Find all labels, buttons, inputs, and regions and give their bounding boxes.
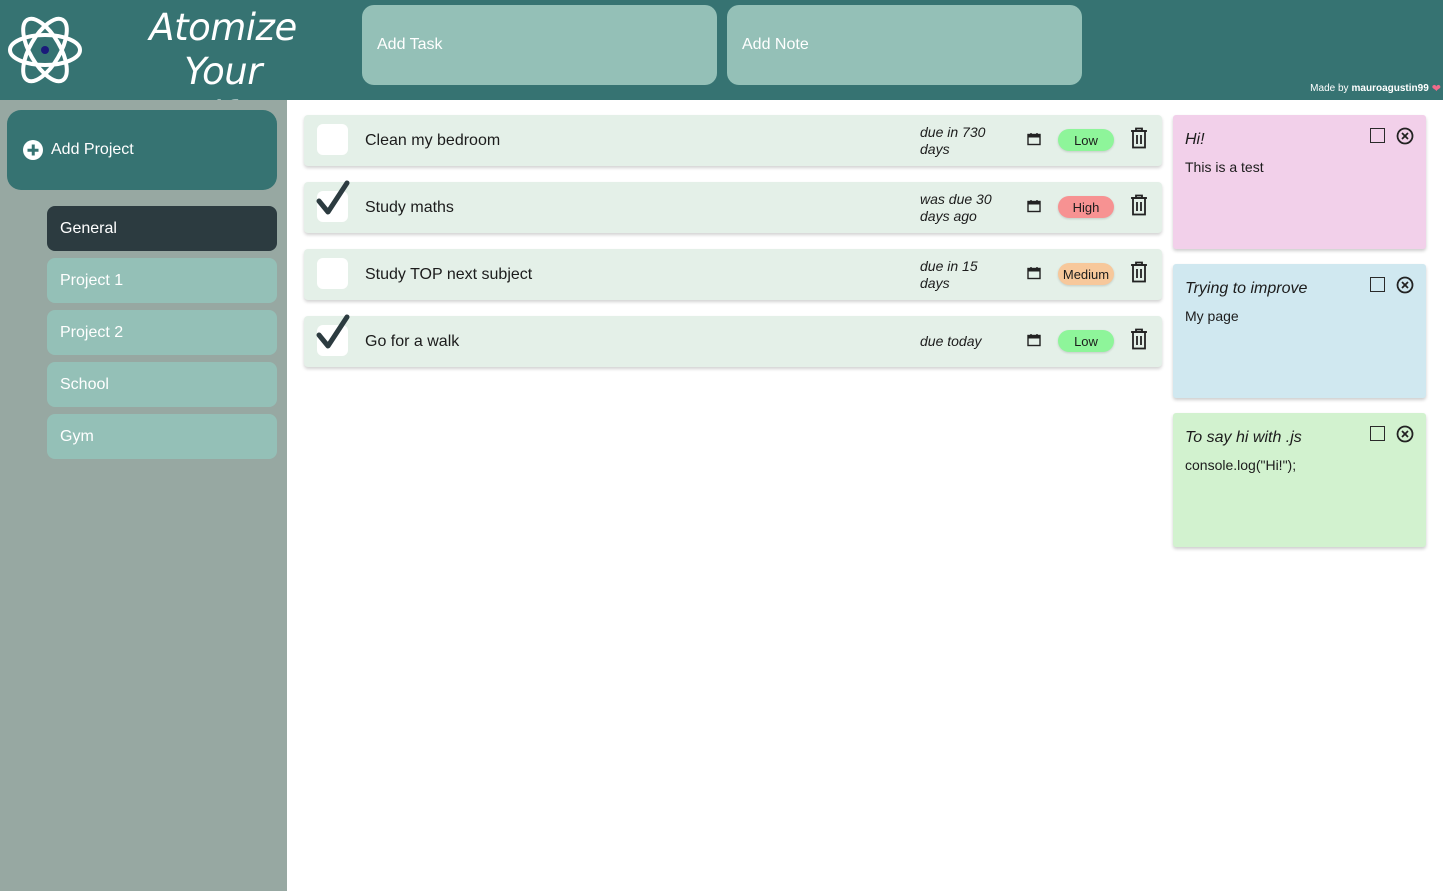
add-project-button[interactable]: Add Project [7, 110, 277, 190]
note-card: Hi! This is a test [1173, 115, 1426, 249]
calendar-icon[interactable] [1027, 266, 1041, 280]
priority-badge[interactable]: High [1058, 196, 1114, 218]
note-title[interactable]: Hi! [1185, 131, 1205, 149]
task-due: due in 15 days [920, 257, 978, 291]
note-checkbox[interactable] [1370, 128, 1385, 143]
sidebar-item-general[interactable]: General [47, 206, 277, 251]
close-circle-icon[interactable] [1396, 276, 1414, 294]
sidebar-item-project-2[interactable]: Project 2 [47, 310, 277, 355]
calendar-icon[interactable] [1027, 199, 1041, 213]
add-note-button[interactable]: Add Note [727, 5, 1082, 85]
note-title[interactable]: To say hi with .js [1185, 429, 1302, 447]
task-checkbox[interactable] [317, 258, 348, 289]
note-checkbox[interactable] [1370, 426, 1385, 441]
sidebar: Add Project General Project 1 Project 2 … [0, 100, 287, 891]
calendar-icon[interactable] [1027, 132, 1041, 146]
app-title-line1: Atomize Your [149, 6, 297, 93]
header: Atomize Your Life Add Task Add Note Made… [0, 0, 1443, 137]
sidebar-item-project-1[interactable]: Project 1 [47, 258, 277, 303]
checkmark-icon [316, 314, 350, 349]
note-body[interactable]: This is a test [1185, 159, 1264, 175]
priority-badge[interactable]: Medium [1058, 263, 1114, 285]
task-row: Study TOP next subject due in 15 days Me… [304, 249, 1162, 300]
priority-badge[interactable]: Low [1058, 129, 1114, 151]
checkmark-icon [316, 180, 350, 215]
task-due: was due 30 days ago [920, 190, 992, 224]
note-body[interactable]: My page [1185, 308, 1239, 324]
trash-icon[interactable] [1130, 328, 1148, 350]
priority-badge[interactable]: Low [1058, 330, 1114, 352]
close-circle-icon[interactable] [1396, 425, 1414, 443]
add-project-label: Add Project [51, 141, 134, 158]
close-circle-icon[interactable] [1396, 127, 1414, 145]
credit-author-link[interactable]: mauroagustin99 [1352, 83, 1429, 94]
task-checkbox[interactable] [317, 124, 348, 155]
note-checkbox[interactable] [1370, 277, 1385, 292]
atom-logo-icon [8, 16, 82, 84]
task-title[interactable]: Study maths [365, 182, 454, 233]
sidebar-item-school[interactable]: School [47, 362, 277, 407]
calendar-icon[interactable] [1027, 333, 1041, 347]
note-card: Trying to improve My page [1173, 264, 1426, 398]
note-card: To say hi with .js console.log("Hi!"); [1173, 413, 1426, 547]
add-task-button[interactable]: Add Task [362, 5, 717, 85]
trash-icon[interactable] [1130, 261, 1148, 283]
task-due: due today [920, 333, 982, 349]
plus-circle-icon [23, 140, 43, 160]
task-title[interactable]: Go for a walk [365, 316, 459, 367]
credit-prefix: Made by [1310, 83, 1349, 94]
task-row: Go for a walk due today Low [304, 314, 1162, 367]
heart-icon: ❤ [1431, 83, 1441, 95]
task-title[interactable]: Study TOP next subject [365, 249, 532, 300]
trash-icon[interactable] [1130, 194, 1148, 216]
task-due: due in 730 days [920, 123, 986, 157]
task-row: Clean my bedroom due in 730 days Low [304, 115, 1162, 166]
note-body[interactable]: console.log("Hi!"); [1185, 457, 1296, 473]
credit: Made by mauroagustin99 ❤ [1310, 82, 1441, 95]
trash-icon[interactable] [1130, 127, 1148, 149]
task-title[interactable]: Clean my bedroom [365, 115, 500, 166]
note-title[interactable]: Trying to improve [1185, 280, 1307, 298]
sidebar-item-gym[interactable]: Gym [47, 414, 277, 459]
task-row: Study maths was due 30 days ago High [304, 180, 1162, 233]
